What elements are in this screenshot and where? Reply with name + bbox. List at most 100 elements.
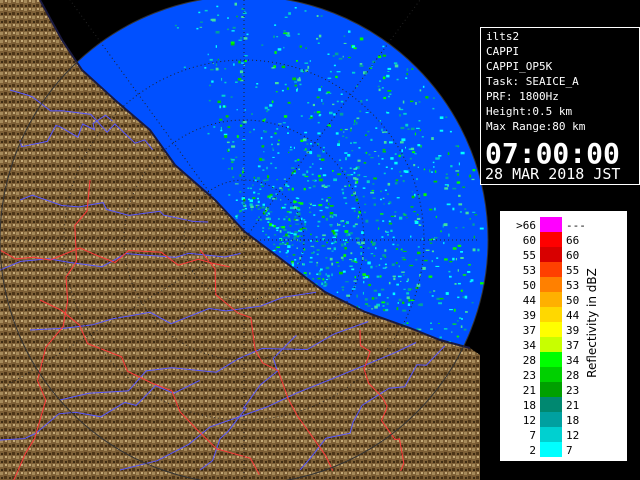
echo-cell bbox=[293, 206, 297, 210]
echo-cell bbox=[327, 197, 331, 199]
echo-cell bbox=[266, 110, 268, 113]
echo-cell bbox=[228, 148, 230, 151]
echo-cell bbox=[264, 106, 268, 110]
echo-cell bbox=[277, 218, 280, 220]
echo-cell bbox=[384, 131, 388, 133]
echo-cell bbox=[332, 55, 335, 57]
echo-cell bbox=[458, 194, 461, 197]
legend-panel: >66 --- 60 66 55 60 53 55 50 53 44 50 39 44 37 39 34 37 28… bbox=[499, 210, 628, 462]
echo-cell bbox=[174, 24, 177, 27]
echo-cell bbox=[291, 244, 294, 246]
echo-cell bbox=[275, 91, 278, 93]
echo-cell bbox=[304, 222, 306, 226]
echo-cell bbox=[461, 318, 463, 320]
echo-cell bbox=[401, 257, 405, 259]
echo-cell bbox=[210, 68, 214, 71]
echo-cell bbox=[343, 42, 347, 44]
echo-cell bbox=[349, 265, 353, 267]
echo-cell bbox=[342, 225, 345, 227]
echo-cell bbox=[457, 269, 459, 272]
echo-cell bbox=[353, 280, 357, 282]
echo-cell bbox=[443, 328, 448, 330]
echo-cell bbox=[358, 174, 361, 176]
echo-cell bbox=[287, 132, 289, 134]
product-name: CAPPI bbox=[486, 45, 520, 58]
echo-cell bbox=[421, 136, 424, 138]
echo-cell bbox=[307, 180, 310, 182]
echo-cell bbox=[411, 195, 415, 199]
echo-cell bbox=[452, 323, 457, 325]
echo-cell bbox=[276, 36, 279, 38]
echo-cell bbox=[390, 157, 394, 160]
legend-color-swatch bbox=[540, 367, 562, 382]
echo-cell bbox=[232, 26, 236, 29]
echo-cell bbox=[317, 225, 320, 227]
echo-cell bbox=[333, 113, 336, 116]
echo-cell bbox=[209, 84, 211, 87]
echo-cell bbox=[273, 234, 277, 236]
echo-cell bbox=[409, 264, 414, 267]
echo-cell bbox=[281, 89, 284, 92]
echo-cell bbox=[204, 9, 208, 12]
echo-cell bbox=[362, 187, 366, 189]
echo-cell bbox=[417, 144, 421, 147]
echo-cell bbox=[340, 128, 343, 131]
echo-cell bbox=[434, 237, 438, 239]
echo-cell bbox=[290, 146, 292, 148]
echo-cell bbox=[350, 252, 353, 255]
echo-cell bbox=[318, 88, 321, 92]
echo-cell bbox=[236, 109, 238, 111]
echo-cell bbox=[231, 30, 235, 32]
echo-cell bbox=[319, 209, 323, 212]
echo-cell bbox=[386, 297, 389, 299]
echo-cell bbox=[358, 243, 361, 246]
echo-cell bbox=[359, 65, 364, 67]
echo-cell bbox=[354, 258, 357, 261]
echo-cell bbox=[394, 182, 398, 185]
echo-cell bbox=[266, 214, 268, 216]
echo-cell bbox=[329, 257, 333, 261]
legend-color-swatch bbox=[540, 217, 562, 232]
echo-cell bbox=[463, 328, 467, 331]
echo-cell bbox=[417, 213, 419, 216]
echo-cell bbox=[443, 223, 447, 225]
echo-cell bbox=[411, 68, 414, 70]
echo-cell bbox=[336, 291, 339, 294]
echo-cell bbox=[329, 125, 331, 127]
echo-cell bbox=[434, 207, 436, 211]
echo-cell bbox=[243, 120, 247, 124]
legend-color-swatch bbox=[540, 337, 562, 352]
echo-cell bbox=[388, 281, 391, 285]
legend-color-swatch bbox=[540, 442, 562, 457]
echo-cell bbox=[445, 176, 449, 180]
echo-cell bbox=[272, 197, 276, 200]
echo-cell bbox=[309, 166, 312, 168]
echo-cell bbox=[407, 278, 409, 282]
echo-cell bbox=[313, 111, 316, 114]
echo-cell bbox=[250, 208, 253, 211]
echo-cell bbox=[231, 167, 233, 170]
echo-cell bbox=[300, 115, 303, 117]
legend-lower-value: 55 bbox=[522, 249, 536, 262]
echo-cell bbox=[382, 197, 385, 199]
echo-cell bbox=[269, 104, 273, 107]
echo-cell bbox=[399, 114, 401, 117]
echo-cell bbox=[267, 236, 270, 238]
echo-cell bbox=[414, 221, 419, 224]
echo-cell bbox=[325, 199, 328, 202]
echo-cell bbox=[317, 132, 321, 135]
echo-cell bbox=[452, 187, 457, 190]
echo-cell bbox=[383, 141, 387, 144]
echo-cell bbox=[472, 169, 476, 172]
echo-cell bbox=[340, 256, 344, 259]
echo-cell bbox=[247, 187, 250, 189]
echo-cell bbox=[422, 266, 426, 270]
echo-cell bbox=[352, 71, 356, 74]
echo-cell bbox=[341, 188, 344, 191]
echo-cell bbox=[330, 216, 333, 219]
legend-upper-value: 21 bbox=[566, 399, 580, 412]
echo-cell bbox=[356, 294, 358, 298]
echo-cell bbox=[363, 280, 365, 284]
echo-cell bbox=[387, 95, 390, 98]
echo-cell bbox=[281, 206, 286, 209]
